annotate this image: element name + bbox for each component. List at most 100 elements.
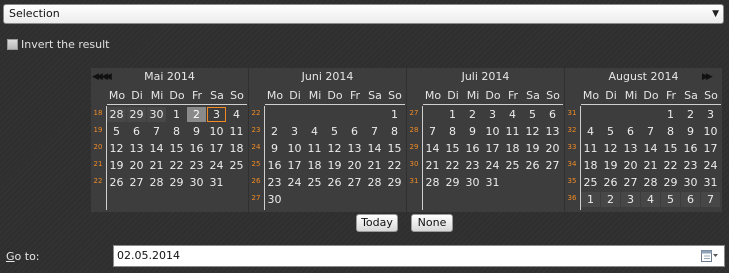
- calendar-day[interactable]: 24: [207, 158, 226, 173]
- calendar-day[interactable]: 21: [147, 158, 166, 173]
- calendar-day[interactable]: 17: [483, 141, 502, 156]
- calendar-day[interactable]: 26: [325, 175, 344, 190]
- calendar-day[interactable]: 25: [305, 175, 324, 190]
- calendar-day[interactable]: 15: [385, 141, 404, 156]
- calendar-day[interactable]: 29: [661, 175, 680, 190]
- calendar-day[interactable]: 30: [265, 192, 284, 207]
- calendar-day[interactable]: 4: [581, 124, 600, 139]
- calendar-day[interactable]: 11: [503, 124, 522, 139]
- calendar-day[interactable]: 15: [443, 141, 462, 156]
- calendar-day[interactable]: 27: [345, 175, 364, 190]
- calendar-day[interactable]: 9: [681, 124, 700, 139]
- calendar-day[interactable]: 30: [681, 175, 700, 190]
- calendar-day[interactable]: 22: [661, 158, 680, 173]
- calendar-day[interactable]: 23: [463, 158, 482, 173]
- calendar-day[interactable]: 16: [681, 141, 700, 156]
- none-button[interactable]: None: [411, 214, 453, 232]
- calendar-day[interactable]: 19: [601, 158, 620, 173]
- calendar-day[interactable]: 8: [385, 124, 404, 139]
- calendar-day[interactable]: 14: [365, 141, 384, 156]
- calendar-day[interactable]: 9: [187, 124, 206, 139]
- calendar-day[interactable]: 7: [423, 124, 442, 139]
- calendar-day[interactable]: 31: [701, 175, 720, 190]
- calendar-day[interactable]: 26: [601, 175, 620, 190]
- calendar-day[interactable]: 13: [621, 141, 640, 156]
- calendar-day[interactable]: 13: [127, 141, 146, 156]
- calendar-day-other-month[interactable]: 4: [641, 192, 660, 207]
- calendar-day[interactable]: 24: [701, 158, 720, 173]
- calendar-day[interactable]: 3: [483, 107, 502, 122]
- calendar-day[interactable]: 6: [345, 124, 364, 139]
- calendar-day[interactable]: 5: [325, 124, 344, 139]
- calendar-day[interactable]: 25: [581, 175, 600, 190]
- calendar-day[interactable]: 15: [661, 141, 680, 156]
- calendar-day[interactable]: 19: [523, 141, 542, 156]
- calendar-day[interactable]: 1: [167, 107, 186, 122]
- calendar-day[interactable]: 23: [187, 158, 206, 173]
- calendar-day[interactable]: 7: [365, 124, 384, 139]
- calendar-day[interactable]: 11: [581, 141, 600, 156]
- calendar-day[interactable]: 11: [227, 124, 246, 139]
- calendar-day[interactable]: 29: [167, 175, 186, 190]
- calendar-day-other-month[interactable]: 2: [601, 192, 620, 207]
- calendar-day[interactable]: 25: [227, 158, 246, 173]
- calendar-day[interactable]: 13: [345, 141, 364, 156]
- calendar-day[interactable]: 2: [265, 124, 284, 139]
- calendar-day[interactable]: 20: [621, 158, 640, 173]
- calendar-day[interactable]: 21: [365, 158, 384, 173]
- calendar-day[interactable]: 4: [227, 107, 246, 122]
- calendar-day-other-month[interactable]: 3: [621, 192, 640, 207]
- calendar-day[interactable]: 12: [601, 141, 620, 156]
- calendar-day[interactable]: 17: [285, 158, 304, 173]
- calendar-day[interactable]: 10: [701, 124, 720, 139]
- calendar-day[interactable]: 11: [305, 141, 324, 156]
- calendar-day[interactable]: 6: [621, 124, 640, 139]
- calendar-day[interactable]: 16: [265, 158, 284, 173]
- calendar-day-other-month[interactable]: 28: [107, 107, 126, 122]
- calendar-day[interactable]: 31: [207, 175, 226, 190]
- calendar-day[interactable]: 27: [127, 175, 146, 190]
- selection-dropdown[interactable]: Selection ▼: [3, 4, 724, 24]
- calendar-day-other-month[interactable]: 29: [127, 107, 146, 122]
- calendar-day[interactable]: 5: [601, 124, 620, 139]
- calendar-day[interactable]: 20: [127, 158, 146, 173]
- goto-date-field[interactable]: 02.05.2014: [113, 245, 725, 267]
- dropdown-arrow-icon[interactable]: ▼: [712, 5, 719, 23]
- calendar-day[interactable]: 12: [107, 141, 126, 156]
- calendar-day[interactable]: 18: [305, 158, 324, 173]
- calendar-day[interactable]: 4: [503, 107, 522, 122]
- calendar-day[interactable]: 24: [285, 175, 304, 190]
- calendar-day[interactable]: 24: [483, 158, 502, 173]
- calendar-day[interactable]: 1: [661, 107, 680, 122]
- calendar-day[interactable]: 23: [681, 158, 700, 173]
- calendar-day[interactable]: 9: [265, 141, 284, 156]
- calendar-day-other-month[interactable]: 6: [681, 192, 700, 207]
- calendar-day-today[interactable]: 3: [207, 107, 226, 122]
- calendar-day[interactable]: 10: [483, 124, 502, 139]
- calendar-day[interactable]: 22: [385, 158, 404, 173]
- calendar-day[interactable]: 21: [641, 158, 660, 173]
- calendar-day[interactable]: 7: [641, 124, 660, 139]
- calendar-day[interactable]: 3: [701, 107, 720, 122]
- calendar-day[interactable]: 6: [127, 124, 146, 139]
- calendar-day[interactable]: 18: [581, 158, 600, 173]
- calendar-day[interactable]: 4: [305, 124, 324, 139]
- calendar-day[interactable]: 1: [443, 107, 462, 122]
- calendar-day[interactable]: 30: [463, 175, 482, 190]
- calendar-day[interactable]: 3: [285, 124, 304, 139]
- calendar-day[interactable]: 15: [167, 141, 186, 156]
- calendar-day[interactable]: 27: [543, 158, 562, 173]
- calendar-day-other-month[interactable]: 5: [661, 192, 680, 207]
- calendar-day[interactable]: 16: [187, 141, 206, 156]
- calendar-day[interactable]: 26: [523, 158, 542, 173]
- calendar-day[interactable]: 14: [147, 141, 166, 156]
- calendar-day[interactable]: 22: [443, 158, 462, 173]
- calendar-day[interactable]: 2: [463, 107, 482, 122]
- calendar-day[interactable]: 14: [641, 141, 660, 156]
- calendar-day[interactable]: 20: [543, 141, 562, 156]
- calendar-day[interactable]: 21: [423, 158, 442, 173]
- calendar-day[interactable]: 5: [523, 107, 542, 122]
- calendar-day[interactable]: 30: [187, 175, 206, 190]
- calendar-icon[interactable]: [701, 250, 719, 262]
- invert-result-checkbox[interactable]: [7, 38, 18, 50]
